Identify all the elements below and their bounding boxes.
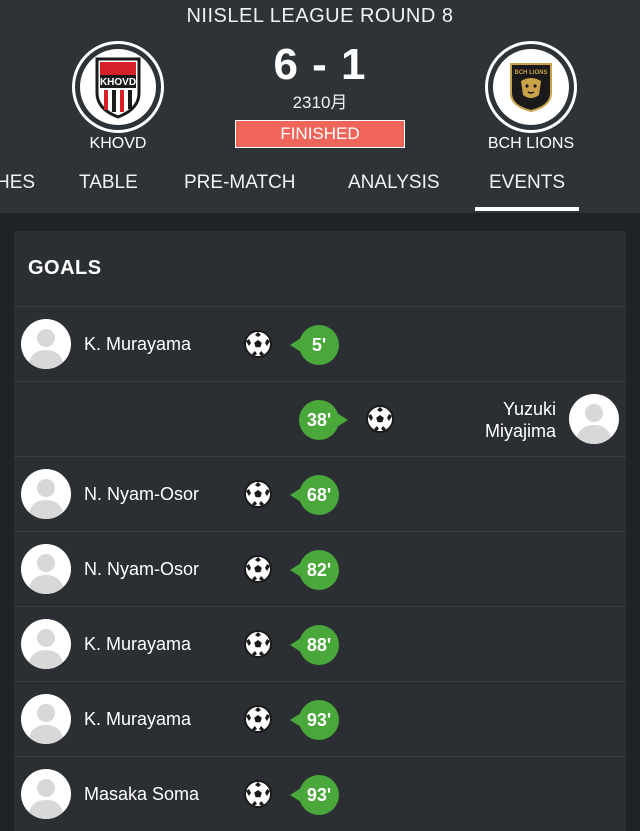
- player-avatar-icon: [21, 769, 71, 819]
- away-team-name: BCH LIONS: [487, 135, 575, 152]
- goal-minute-badge: 68': [290, 475, 339, 515]
- soccer-ball-icon: [244, 630, 272, 658]
- player-avatar-icon: [21, 469, 71, 519]
- goal-player-name: Yuzuki Miyajima: [484, 399, 556, 441]
- player-avatar-icon: [21, 319, 71, 369]
- goal-event-row[interactable]: K. Murayama 88': [14, 606, 626, 681]
- bch-lions-crest-icon: BCH LIONS: [510, 63, 552, 113]
- goals-card: GOALS K. Murayama 5' 38' Yuzuki Miyajima…: [14, 231, 626, 831]
- tab-analysis[interactable]: ANALYSIS: [348, 168, 440, 213]
- player-avatar-icon: [21, 694, 71, 744]
- goal-minute-badge: 93': [290, 775, 339, 815]
- round-title: NIISLEL LEAGUE ROUND 8: [186, 5, 454, 27]
- away-team[interactable]: BCH LIONS BCH LIONS: [485, 41, 577, 152]
- match-status-badge: FINISHED: [235, 120, 405, 148]
- goal-minute-badge: 38': [299, 400, 348, 440]
- tab-pre-match[interactable]: PRE-MATCH: [184, 168, 296, 213]
- tab-table[interactable]: TABLE: [79, 168, 138, 213]
- player-avatar-icon: [21, 544, 71, 594]
- goal-event-row[interactable]: N. Nyam-Osor 82': [14, 531, 626, 606]
- soccer-ball-icon: [244, 780, 272, 808]
- goal-player-name: K. Murayama: [84, 709, 192, 729]
- match-tabs: HES TABLE PRE-MATCH ANALYSIS EVENTS: [0, 168, 640, 213]
- goal-event-row[interactable]: Masaka Soma 93': [14, 756, 626, 831]
- soccer-ball-icon: [244, 705, 272, 733]
- player-avatar-icon: [569, 394, 619, 444]
- match-header: NIISLEL LEAGUE ROUND 8 KHOVD KHOVD 6 - 1…: [0, 0, 640, 213]
- goal-minute-badge: 93': [290, 700, 339, 740]
- goal-player-name: K. Murayama: [84, 334, 192, 354]
- goal-event-row[interactable]: 38' Yuzuki Miyajima: [14, 381, 626, 456]
- tab-events[interactable]: EVENTS: [474, 168, 580, 213]
- away-team-logo: BCH LIONS: [485, 41, 577, 133]
- soccer-ball-icon: [244, 555, 272, 583]
- goal-player-name: K. Murayama: [84, 634, 192, 654]
- goal-event-row[interactable]: K. Murayama 5': [14, 306, 626, 381]
- goal-minute-badge: 88': [290, 625, 339, 665]
- goal-player-name: N. Nyam-Osor: [84, 559, 200, 579]
- soccer-ball-icon: [366, 405, 394, 433]
- goal-minute-badge: 5': [290, 325, 339, 365]
- soccer-ball-icon: [244, 480, 272, 508]
- goal-player-name: Masaka Soma: [84, 784, 200, 804]
- svg-text:BCH LIONS: BCH LIONS: [515, 70, 548, 76]
- goal-minute-badge: 82': [290, 550, 339, 590]
- player-avatar-icon: [21, 619, 71, 669]
- home-team-name: KHOVD: [89, 135, 147, 152]
- soccer-ball-icon: [244, 330, 272, 358]
- goal-event-row[interactable]: N. Nyam-Osor 68': [14, 456, 626, 531]
- goal-event-row[interactable]: K. Murayama 93': [14, 681, 626, 756]
- tab-matches[interactable]: HES: [0, 168, 35, 213]
- goal-player-name: N. Nyam-Osor: [84, 484, 200, 504]
- goals-title: GOALS: [28, 257, 102, 279]
